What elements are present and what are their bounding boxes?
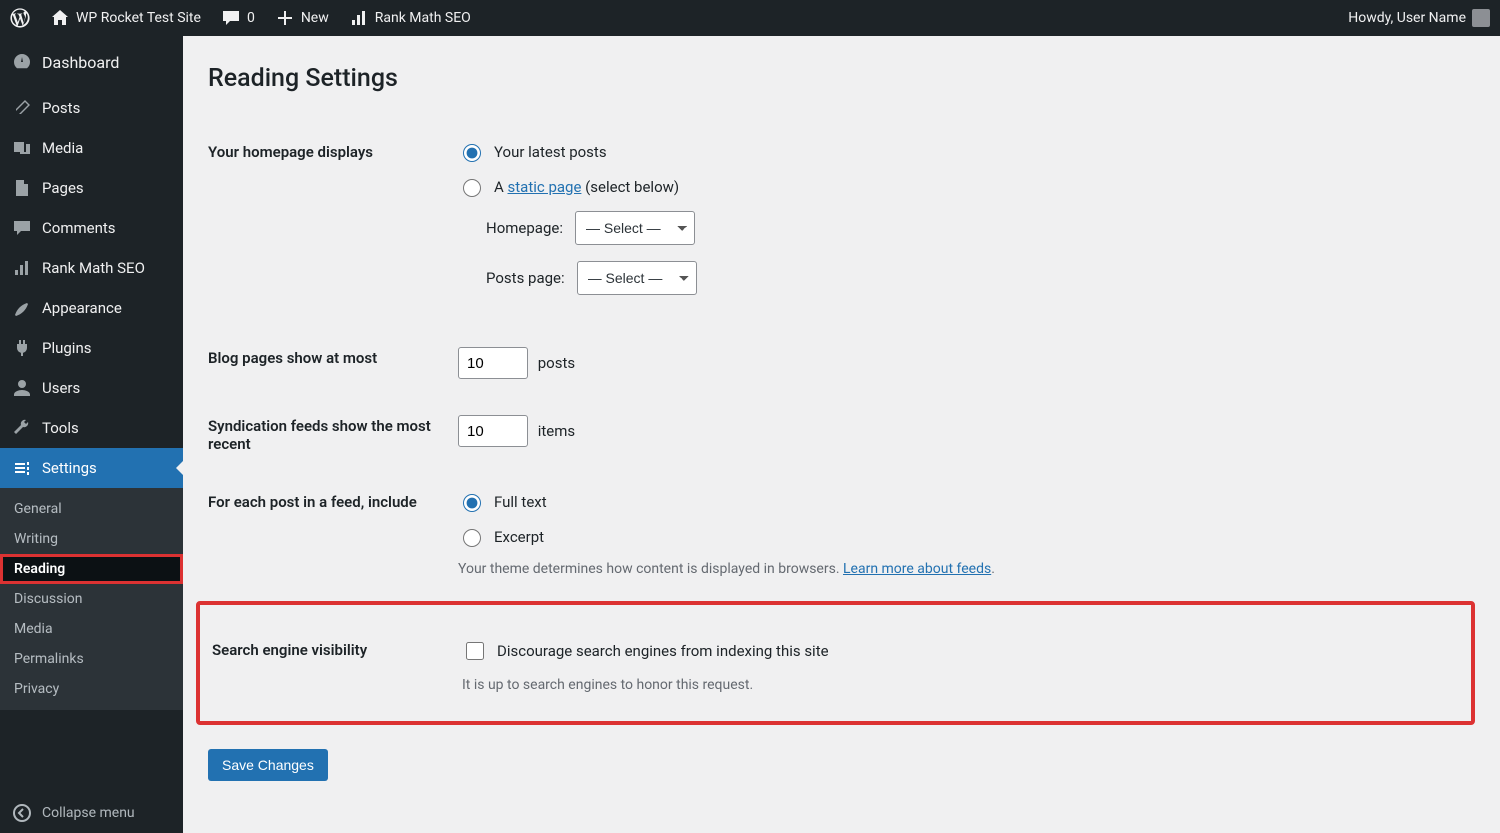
sidebar-subitem-privacy[interactable]: Privacy (0, 674, 183, 704)
sidebar-item-comments[interactable]: Comments (0, 208, 183, 248)
tools-icon (12, 418, 32, 438)
dashboard-icon (12, 52, 32, 72)
sidebar-item-tools[interactable]: Tools (0, 408, 183, 448)
posts-page-select[interactable]: — Select — (577, 261, 697, 295)
sidebar-subitem-reading[interactable]: Reading (0, 554, 183, 584)
sidebar-item-label: Dashboard (42, 53, 119, 72)
sidebar-item-dashboard[interactable]: Dashboard (0, 36, 183, 88)
plus-icon (275, 8, 295, 28)
radio-excerpt[interactable] (463, 529, 481, 547)
sidebar-item-rank-math[interactable]: Rank Math SEO (0, 248, 183, 288)
search-visibility-highlight: Search engine visibility Discourage sear… (196, 601, 1475, 725)
homepage-select[interactable]: — Select — (575, 211, 695, 245)
sidebar-item-label: Rank Math SEO (42, 259, 145, 277)
adminbar-comments[interactable]: 0 (221, 8, 255, 28)
search-visibility-desc: It is up to search engines to honor this… (462, 677, 1449, 693)
comments-icon (12, 218, 32, 238)
comment-icon (221, 8, 241, 28)
rank-math-icon (12, 258, 32, 278)
radio-static-page[interactable] (463, 179, 481, 197)
collapse-icon (12, 803, 32, 823)
feed-description: Your theme determines how content is dis… (458, 561, 1465, 577)
main-content: Reading Settings Your homepage displays … (183, 36, 1500, 833)
static-page-link[interactable]: static page (508, 178, 582, 196)
syndication-suffix: items (538, 422, 575, 440)
plugins-icon (12, 338, 32, 358)
discourage-search-label[interactable]: Discourage search engines from indexing … (497, 642, 829, 660)
blog-pages-suffix: posts (538, 354, 575, 372)
row-heading-search-visibility: Search engine visibility (212, 621, 452, 711)
blog-pages-input[interactable] (458, 347, 528, 379)
adminbar-site-title: WP Rocket Test Site (76, 10, 201, 26)
sidebar-item-settings[interactable]: Settings (0, 448, 183, 488)
syndication-input[interactable] (458, 415, 528, 447)
row-heading-feed-include: For each post in a feed, include (208, 473, 448, 595)
sidebar-item-pages[interactable]: Pages (0, 168, 183, 208)
row-heading-syndication: Syndication feeds show the most recent (208, 397, 448, 473)
sidebar-item-plugins[interactable]: Plugins (0, 328, 183, 368)
sidebar-item-media[interactable]: Media (0, 128, 183, 168)
sidebar-item-users[interactable]: Users (0, 368, 183, 408)
wordpress-icon (10, 8, 30, 28)
adminbar-new[interactable]: New (275, 8, 329, 28)
adminbar-account[interactable]: Howdy, User Name (1348, 9, 1490, 27)
sidebar-subitem-media[interactable]: Media (0, 614, 183, 644)
radio-excerpt-label[interactable]: Excerpt (494, 528, 544, 546)
users-icon (12, 378, 32, 398)
posts-icon (12, 98, 32, 118)
page-title: Reading Settings (208, 64, 1475, 93)
radio-static-page-label[interactable]: A static page (select below) (494, 178, 679, 196)
sidebar-subitem-permalinks[interactable]: Permalinks (0, 644, 183, 674)
sidebar-item-label: Media (42, 139, 83, 157)
adminbar-rank-math[interactable]: Rank Math SEO (349, 8, 471, 28)
sidebar-item-label: Posts (42, 99, 80, 117)
pages-icon (12, 178, 32, 198)
sidebar-submenu-settings: GeneralWritingReadingDiscussionMediaPerm… (0, 488, 183, 710)
sidebar-item-label: Comments (42, 219, 116, 237)
admin-sidebar: Dashboard Posts Media Pages Comments Rank Mat… (0, 36, 183, 833)
adminbar-site-link[interactable]: WP Rocket Test Site (50, 8, 201, 28)
sidebar-item-label: Appearance (42, 299, 122, 317)
settings-icon (12, 458, 32, 478)
learn-feeds-link[interactable]: Learn more about feeds (843, 561, 991, 577)
admin-bar: WP Rocket Test Site 0 New Rank Math SEO … (0, 0, 1500, 36)
radio-latest-posts[interactable] (463, 144, 481, 162)
avatar (1472, 9, 1490, 27)
posts-page-select-label: Posts page: (486, 269, 565, 287)
sidebar-item-label: Users (42, 379, 80, 397)
adminbar-howdy: Howdy, User Name (1348, 10, 1466, 26)
save-changes-button[interactable]: Save Changes (208, 749, 328, 781)
adminbar-wp-logo[interactable] (10, 8, 30, 28)
sidebar-item-label: Plugins (42, 339, 91, 357)
sidebar-item-label: Tools (42, 419, 79, 437)
adminbar-comment-count: 0 (247, 10, 255, 26)
collapse-label: Collapse menu (42, 805, 135, 821)
appearance-icon (12, 298, 32, 318)
radio-latest-posts-label[interactable]: Your latest posts (494, 143, 607, 161)
collapse-menu[interactable]: Collapse menu (0, 793, 183, 833)
sidebar-subitem-discussion[interactable]: Discussion (0, 584, 183, 614)
row-heading-homepage: Your homepage displays (208, 123, 448, 329)
radio-full-text-label[interactable]: Full text (494, 493, 547, 511)
row-heading-blog-pages: Blog pages show at most (208, 329, 448, 397)
media-icon (12, 138, 32, 158)
sidebar-item-posts[interactable]: Posts (0, 88, 183, 128)
chart-bar-icon (349, 8, 369, 28)
sidebar-item-appearance[interactable]: Appearance (0, 288, 183, 328)
sidebar-subitem-general[interactable]: General (0, 494, 183, 524)
radio-full-text[interactable] (463, 494, 481, 512)
adminbar-rank-math-label: Rank Math SEO (375, 10, 471, 26)
homepage-select-label: Homepage: (486, 219, 563, 237)
discourage-search-checkbox[interactable] (466, 642, 484, 660)
home-icon (50, 8, 70, 28)
sidebar-item-label: Pages (42, 179, 84, 197)
adminbar-new-label: New (301, 10, 329, 26)
sidebar-item-label: Settings (42, 459, 97, 477)
sidebar-subitem-writing[interactable]: Writing (0, 524, 183, 554)
